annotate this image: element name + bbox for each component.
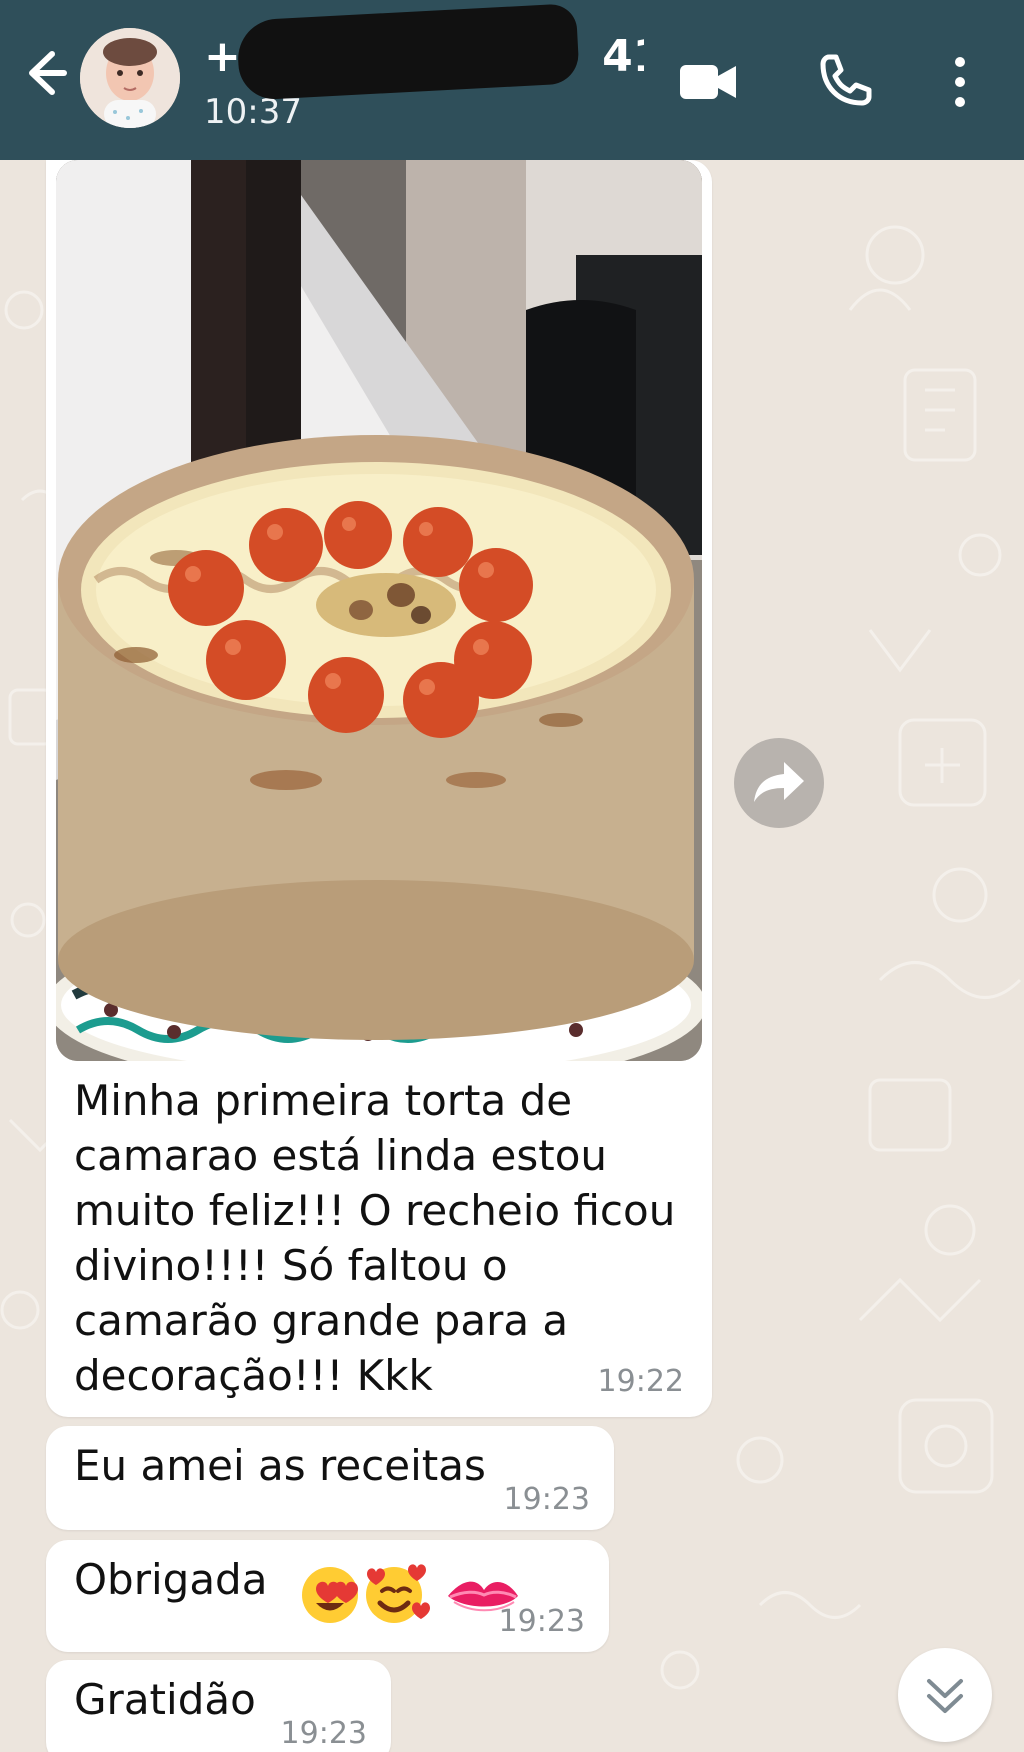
forward-button[interactable] xyxy=(734,738,824,828)
avatar[interactable] xyxy=(80,28,180,128)
message-text: Obrigada xyxy=(74,1555,268,1604)
message-time: 19:23 xyxy=(280,1716,367,1751)
voice-call-button[interactable] xyxy=(812,50,876,114)
smiling-face-with-hearts-icon xyxy=(366,1564,430,1623)
phone-icon xyxy=(820,54,872,106)
contact-name-suffix: 41... xyxy=(602,31,644,82)
more-options-button[interactable] xyxy=(930,50,990,114)
double-chevron-down-icon xyxy=(927,1679,963,1713)
message-time: 19:23 xyxy=(498,1604,585,1639)
back-button[interactable] xyxy=(18,46,72,100)
video-call-button[interactable] xyxy=(676,50,740,114)
message-time: 19:22 xyxy=(597,1364,684,1399)
chat-message-area[interactable]: Minha primeira torta de camarao está lin… xyxy=(0,160,1024,1752)
shared-photo[interactable] xyxy=(56,160,702,1061)
chat-header: +5 41... 10:37 xyxy=(0,0,1024,160)
smiling-face-with-heart-eyes-icon xyxy=(302,1567,358,1623)
more-vertical-icon xyxy=(955,57,965,107)
pie-photo-image xyxy=(56,160,702,1061)
message-text: Eu amei as receitas xyxy=(74,1441,486,1490)
message-text: Gratidão xyxy=(74,1675,256,1724)
scroll-to-bottom-button[interactable] xyxy=(898,1648,992,1742)
avatar-photo xyxy=(80,28,180,128)
photo-message[interactable]: Minha primeira torta de camarao está lin… xyxy=(46,160,712,1417)
text-message[interactable]: Eu amei as receitas 19:23 xyxy=(46,1426,614,1530)
redacted-phone-number xyxy=(236,3,580,101)
video-call-icon xyxy=(680,65,736,99)
emoji-icons xyxy=(302,1564,518,1623)
text-message[interactable]: Gratidão 19:23 xyxy=(46,1660,391,1752)
forward-icon xyxy=(754,762,804,802)
photo-caption: Minha primeira torta de camarao está lin… xyxy=(74,1076,689,1400)
text-message[interactable]: Obrigada 19:23 xyxy=(46,1540,609,1652)
back-arrow-icon xyxy=(29,51,67,95)
message-time: 19:23 xyxy=(503,1482,590,1517)
emoji-group xyxy=(300,1560,520,1630)
whatsapp-chat-screen: +5 41... 10:37 xyxy=(0,0,1024,1752)
